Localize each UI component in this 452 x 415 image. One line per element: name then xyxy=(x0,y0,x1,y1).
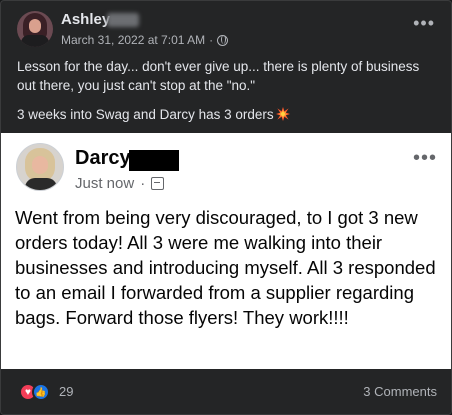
shared-author-avatar xyxy=(16,143,64,191)
meta-separator: · xyxy=(209,33,214,47)
caption-paragraph: Lesson for the day... don't ever give up… xyxy=(17,59,420,93)
reactions-bar: ♥ 👍 29 3 Comments xyxy=(1,369,451,414)
reaction-icons[interactable]: ♥ 👍 xyxy=(19,383,51,401)
shared-post-time: Just now xyxy=(75,175,135,192)
post-caption: Lesson for the day... don't ever give up… xyxy=(17,57,441,134)
author-name[interactable]: Ashley xyxy=(61,11,110,28)
shared-post-meta: Just now · xyxy=(75,175,165,192)
facebook-post: Ashley March 31, 2022 at 7:01 AM · ••• L… xyxy=(0,0,452,415)
image-icon xyxy=(151,177,165,190)
blurred-surname xyxy=(107,13,139,27)
collision-icon xyxy=(275,107,290,121)
shared-post-text: Went from being very discouraged, to I g… xyxy=(15,207,436,328)
shared-more-icon: ••• xyxy=(412,147,437,169)
caption-text: 3 weeks into Swag and Darcy has 3 orders xyxy=(17,107,274,122)
shared-post-image[interactable]: Darcy Just now · ••• Went from being ver… xyxy=(1,133,451,369)
redaction-bar xyxy=(129,150,179,171)
post-header: Ashley March 31, 2022 at 7:01 AM · ••• xyxy=(1,1,451,53)
comments-link[interactable]: 3 Comments xyxy=(363,384,437,399)
reaction-count[interactable]: 29 xyxy=(59,384,73,399)
meta-separator: · xyxy=(140,175,146,192)
post-timestamp[interactable]: March 31, 2022 at 7:01 AM xyxy=(61,33,205,47)
globe-icon[interactable] xyxy=(217,34,229,46)
author-avatar[interactable] xyxy=(17,11,53,47)
more-options-icon[interactable]: ••• xyxy=(413,13,435,34)
like-icon: 👍 xyxy=(32,383,50,401)
post-meta: March 31, 2022 at 7:01 AM · xyxy=(61,33,229,47)
shared-author-name: Darcy xyxy=(75,147,131,169)
caption-paragraph: 3 weeks into Swag and Darcy has 3 orders xyxy=(17,105,441,124)
